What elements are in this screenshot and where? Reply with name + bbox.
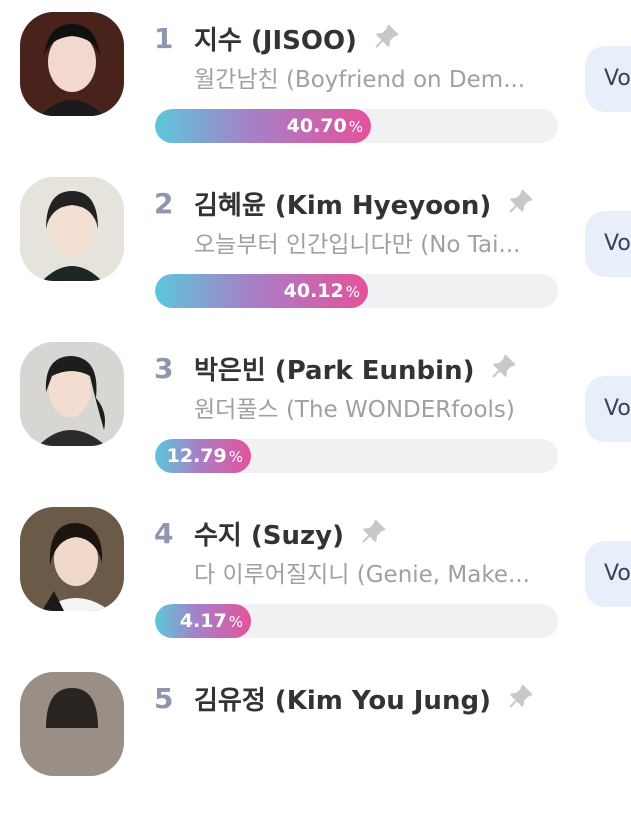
pin-icon[interactable] (358, 517, 388, 547)
ranking-list: 1 지수 (JISOO) 월간남친 (Boyfriend on Dem... 4… (0, 0, 631, 776)
drama-title: 다 이루어질지니 (Genie, Make... (194, 562, 530, 588)
avatar[interactable] (20, 507, 124, 611)
vote-percentage: 40.12% (283, 280, 360, 302)
drama-title: 월간남친 (Boyfriend on Dem... (194, 67, 526, 93)
rank-number: 1 (154, 22, 174, 55)
vote-progress-fill: 4.17% (155, 604, 251, 638)
avatar[interactable] (20, 672, 124, 776)
vote-progress-track: 4.17% (155, 604, 558, 638)
actor-name: 김유정 (Kim You Jung) (194, 686, 491, 716)
vote-button[interactable]: Vo (585, 211, 631, 277)
avatar-photo (20, 12, 124, 116)
ranking-row[interactable]: 4 수지 (Suzy) 다 이루어질지니 (Genie, Make... 4.1… (0, 495, 631, 660)
vote-progress-track: 40.12% (155, 274, 558, 308)
pin-icon[interactable] (488, 352, 518, 382)
avatar-photo (20, 177, 124, 281)
vote-progress-track: 12.79% (155, 439, 558, 473)
ranking-row[interactable]: 3 박은빈 (Park Eunbin) 원더풀스 (The WONDERfool… (0, 330, 631, 495)
actor-name: 김혜윤 (Kim Hyeyoon) (194, 191, 492, 221)
avatar-photo (20, 672, 124, 776)
vote-percentage: 40.70% (286, 115, 363, 137)
vote-button[interactable]: Vo (585, 46, 631, 112)
vote-percentage: 12.79% (166, 445, 243, 467)
avatar[interactable] (20, 12, 124, 116)
avatar[interactable] (20, 342, 124, 446)
ranking-row[interactable]: 2 김혜윤 (Kim Hyeyoon) 오늘부터 인간입니다만 (No Tai.… (0, 165, 631, 330)
pin-icon[interactable] (505, 682, 535, 712)
vote-progress-track: 40.70% (155, 109, 558, 143)
actor-name: 박은빈 (Park Eunbin) (194, 356, 475, 386)
rank-number: 5 (154, 682, 174, 715)
percent-sign: % (345, 283, 360, 301)
rank-number: 2 (154, 187, 174, 220)
percent-sign: % (228, 448, 243, 466)
rank-number: 4 (154, 517, 174, 550)
vote-button[interactable]: Vo (585, 376, 631, 442)
ranking-row[interactable]: 5 김유정 (Kim You Jung) (0, 660, 631, 825)
vote-button[interactable]: Vo (585, 541, 631, 607)
rank-number: 3 (154, 352, 174, 385)
vote-percentage: 4.17% (179, 610, 243, 632)
actor-name: 지수 (JISOO) (194, 26, 357, 56)
ranking-row[interactable]: 1 지수 (JISOO) 월간남친 (Boyfriend on Dem... 4… (0, 0, 631, 165)
percent-sign: % (348, 118, 363, 136)
avatar-photo (20, 342, 124, 446)
vote-progress-fill: 12.79% (155, 439, 251, 473)
avatar[interactable] (20, 177, 124, 281)
percent-sign: % (228, 613, 243, 631)
avatar-photo (20, 507, 124, 611)
vote-progress-fill: 40.70% (155, 109, 371, 143)
vote-progress-fill: 40.12% (155, 274, 368, 308)
actor-name: 수지 (Suzy) (194, 521, 344, 551)
drama-title: 오늘부터 인간입니다만 (No Tai... (194, 232, 521, 258)
pin-icon[interactable] (505, 187, 535, 217)
drama-title: 원더풀스 (The WONDERfools) (194, 397, 515, 423)
pin-icon[interactable] (371, 22, 401, 52)
